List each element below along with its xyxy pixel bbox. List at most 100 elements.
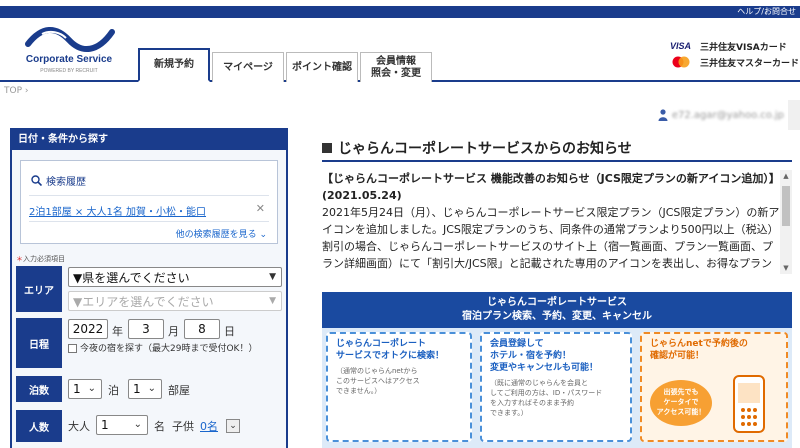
help-link[interactable]: ヘルプ/お問合せ <box>737 6 796 18</box>
notice-text: 2021年5月24日（月）、じゃらんコーポレートサービス限定プラン（JCS限定プ… <box>322 206 780 270</box>
prefecture-select[interactable]: ▼県を選んでください ▼ <box>68 267 282 287</box>
prefecture-value: ▼県を選んでください <box>73 270 190 285</box>
banner-box-sub: （通常のじゃらんnetから このサービスへはアクセス できません。） <box>336 367 420 395</box>
user-icon <box>658 109 668 121</box>
banner-box-title: 会員登録して ホテル・宿を予約！ 変更やキャンセルも可能！ <box>490 339 599 373</box>
square-bullet-icon <box>322 143 332 153</box>
search-panel-title: 日付・条件から探す <box>12 130 116 150</box>
banner-header: じゃらんコーポレートサービス 宿泊プラン検索、予約、変更、キャンセル <box>322 292 792 328</box>
close-icon[interactable]: ✕ <box>256 202 265 215</box>
required-star-icon: ＊ <box>16 255 23 263</box>
rooms-value: 1 <box>133 382 141 396</box>
logo-tagline: POWERED BY RECRUIT <box>40 68 98 74</box>
top-bar-strip <box>0 6 800 18</box>
banner-box-register: 会員登録して ホテル・宿を予約！ 変更やキャンセルも可能！ （既に通常のじゃらん… <box>480 332 632 442</box>
children-link[interactable]: 0名 <box>200 418 218 434</box>
tonight-label: 今夜の宿を探す（最大29時まで受付OK！） <box>80 344 258 354</box>
adult-label: 大人 <box>68 420 90 433</box>
scroll-thumb[interactable] <box>782 186 790 226</box>
search-panel-header: 日付・条件から探す <box>12 130 286 150</box>
scroll-down-icon[interactable]: ▼ <box>782 264 790 272</box>
chevron-down-icon: ⌄ <box>133 419 142 430</box>
nights-label: 泊数 <box>16 376 62 402</box>
tab-new-reservation[interactable]: 新規予約 <box>138 48 210 82</box>
day-input[interactable]: 8 <box>184 319 220 339</box>
notice-title: じゃらんコーポレートサービスからのお知らせ <box>322 138 632 158</box>
user-info: e72.agar@yahoo.co.jp <box>658 109 784 121</box>
tab-member-info[interactable]: 会員情報 照会・変更 <box>360 52 432 82</box>
required-label: 入力必須項目 <box>23 255 65 263</box>
history-item-link[interactable]: 2泊1部屋 × 大人1名 加賀・小松・能口 <box>29 203 206 218</box>
divider <box>322 160 792 162</box>
area-value: ▼エリアを選んでください <box>73 294 214 309</box>
tonight-option[interactable]: 今夜の宿を探す（最大29時まで受付OK！） <box>68 343 282 355</box>
chevron-down-icon[interactable]: ⌄ <box>226 419 240 433</box>
chevron-down-icon: ⌄ <box>259 230 267 240</box>
mastercard-logo-icon <box>670 56 694 68</box>
banner-box-mobile: じゃらんnetで予約後の 確認が可能！ 出張先でも ケータイで アクセス可能！ <box>640 332 788 442</box>
top-bar: ヘルプ/お問合せ <box>0 0 800 18</box>
year-unit: 年 <box>112 325 123 338</box>
page-scrollbar[interactable] <box>788 100 800 130</box>
nights-select[interactable]: 1 ⌄ <box>68 379 102 399</box>
nights-unit: 泊 <box>108 384 119 397</box>
notice-scrollbar[interactable]: ▲ ▼ <box>780 170 792 274</box>
adult-unit: 名 <box>154 420 165 433</box>
tab-points[interactable]: ポイント確認 <box>286 52 358 82</box>
rooms-select[interactable]: 1 ⌄ <box>128 379 162 399</box>
area-select[interactable]: ▼エリアを選んでください ▼ <box>68 291 282 311</box>
divider <box>29 195 269 196</box>
jalan-corporate-logo[interactable]: Corporate Service POWERED BY RECRUIT <box>14 24 124 76</box>
card-brands: VISA 三井住友VISAカード 三井住友マスターカード <box>670 38 800 70</box>
breadcrumb-top[interactable]: TOP <box>4 86 22 96</box>
search-history-label: 検索履歴 <box>46 177 86 188</box>
search-history: 検索履歴 2泊1部屋 × 大人1名 加賀・小松・能口 ✕ 他の検索履歴を見る ⌄ <box>20 160 278 244</box>
divider <box>29 221 269 222</box>
jalan-logo-mark-icon <box>25 27 115 52</box>
visa-card-row: VISA 三井住友VISAカード <box>670 38 800 54</box>
site-header: Corporate Service POWERED BY RECRUIT 新規予… <box>0 18 800 82</box>
service-banner[interactable]: じゃらんコーポレートサービス 宿泊プラン検索、予約、変更、キャンセル じゃらんコ… <box>322 292 792 448</box>
dropdown-caret-icon: ▼ <box>269 296 276 306</box>
banner-box-title: じゃらんコーポレート サービスでオトクに検索！ <box>336 339 445 361</box>
adults-select[interactable]: 1 ⌄ <box>96 415 148 435</box>
scroll-up-icon[interactable]: ▲ <box>782 172 790 180</box>
tonight-checkbox[interactable] <box>68 344 77 353</box>
master-card-row: 三井住友マスターカード <box>670 54 800 70</box>
month-unit: 月 <box>168 325 179 338</box>
year-input[interactable]: 2022 <box>68 319 108 339</box>
banner-line2: 宿泊プラン検索、予約、変更、キャンセル <box>462 311 652 322</box>
notice-body: 【じゃらんコーポレートサービス 機能改善のお知らせ（JCS限定プランの新アイコン… <box>322 170 780 274</box>
nights-value: 1 <box>73 382 81 396</box>
visa-card-label: 三井住友VISAカード <box>700 43 787 53</box>
notice-title-text: じゃらんコーポレートサービスからのお知らせ <box>338 141 632 157</box>
banner-line1: じゃらんコーポレートサービス <box>487 297 627 308</box>
search-panel: 日付・条件から探す 検索履歴 2泊1部屋 × 大人1名 加賀・小松・能口 ✕ 他… <box>10 128 288 448</box>
master-card-label: 三井住友マスターカード <box>700 59 800 69</box>
dropdown-caret-icon: ▼ <box>269 272 276 282</box>
history-more-link[interactable]: 他の検索履歴を見る ⌄ <box>176 227 267 240</box>
banner-box-sub: （既に通常のじゃらんを会員と してご利用の方は、ID・パスワード を入力すればそ… <box>490 379 603 417</box>
history-more-label: 他の検索履歴を見る <box>175 230 257 240</box>
mobile-phone-icon <box>733 375 765 433</box>
month-input[interactable]: 3 <box>128 319 164 339</box>
visa-logo-icon: VISA <box>670 41 692 51</box>
notice-headline: 【じゃらんコーポレートサービス 機能改善のお知らせ（JCS限定プランの新アイコン… <box>322 172 780 202</box>
search-history-header: 検索履歴 <box>31 173 86 188</box>
people-label: 人数 <box>16 410 62 442</box>
logo-name: Corporate Service <box>25 54 113 65</box>
required-note: ＊入力必須項目 <box>16 254 65 264</box>
date-label: 日程 <box>16 318 62 368</box>
banner-box-search: じゃらんコーポレート サービスでオトクに検索！ （通常のじゃらんnetから この… <box>326 332 472 442</box>
chevron-down-icon: ⌄ <box>87 383 96 394</box>
banner-mobile-bubble: 出張先でも ケータイで アクセス可能！ <box>650 380 712 426</box>
adults-value: 1 <box>101 418 109 432</box>
rooms-unit: 部屋 <box>168 384 190 397</box>
breadcrumb-chevron-icon: › <box>24 86 29 96</box>
user-email: e72.agar@yahoo.co.jp <box>671 109 784 121</box>
child-label: 子供 <box>172 420 194 433</box>
search-icon <box>31 175 42 186</box>
breadcrumb: TOP › <box>4 86 29 96</box>
area-label: エリア <box>16 266 62 312</box>
tab-mypage[interactable]: マイページ <box>212 52 284 82</box>
